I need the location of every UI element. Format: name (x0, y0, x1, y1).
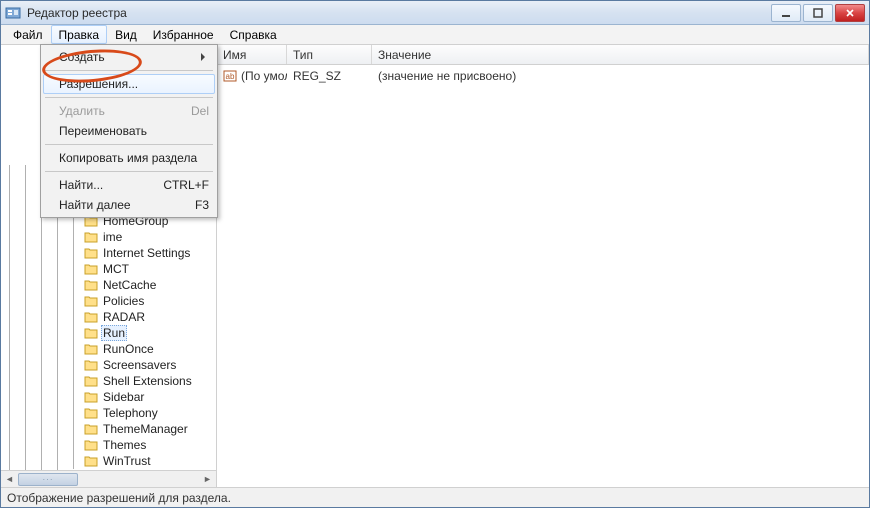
value-type: REG_SZ (287, 67, 372, 85)
svg-text:ab: ab (226, 72, 235, 81)
horizontal-scrollbar[interactable]: ◄ ··· ► (1, 470, 216, 487)
tree-item-label: Run (101, 325, 127, 341)
tree-item-label: ime (101, 230, 124, 244)
folder-icon (84, 310, 98, 324)
dropdown-find[interactable]: Найти... CTRL+F (43, 175, 215, 195)
menu-file[interactable]: Файл (5, 25, 51, 44)
value-name: (По умолчанию) (241, 69, 287, 83)
tree-item[interactable]: RADAR (1, 309, 216, 325)
minimize-button[interactable] (771, 4, 801, 22)
tree-item-label: Internet Settings (101, 246, 192, 260)
list-row[interactable]: ab (По умолчанию) REG_SZ (значение не пр… (217, 65, 869, 87)
scroll-thumb[interactable]: ··· (18, 473, 78, 486)
menu-edit[interactable]: Правка (51, 25, 108, 44)
tree-item[interactable]: WinTrust (1, 453, 216, 469)
folder-icon (84, 246, 98, 260)
folder-icon (84, 294, 98, 308)
dropdown-rename[interactable]: Переименовать (43, 121, 215, 141)
dropdown-delete-shortcut: Del (191, 104, 209, 118)
menu-view[interactable]: Вид (107, 25, 145, 44)
column-name[interactable]: Имя (217, 45, 287, 64)
maximize-button[interactable] (803, 4, 833, 22)
dropdown-permissions-label: Разрешения... (59, 77, 138, 91)
dropdown-copy-keyname[interactable]: Копировать имя раздела (43, 148, 215, 168)
tree-item[interactable]: NetCache (1, 277, 216, 293)
column-type[interactable]: Тип (287, 45, 372, 64)
status-text: Отображение разрешений для раздела. (7, 491, 231, 505)
dropdown-findnext-shortcut: F3 (195, 198, 209, 212)
dropdown-edit-menu: Создать Разрешения... Удалить Del Переим… (40, 44, 218, 218)
dropdown-separator (45, 70, 213, 71)
dropdown-copykey-label: Копировать имя раздела (59, 151, 197, 165)
folder-icon (84, 374, 98, 388)
list-body[interactable]: ab (По умолчанию) REG_SZ (значение не пр… (217, 65, 869, 487)
dropdown-findnext-label: Найти далее (59, 198, 131, 212)
tree-item-label: Themes (101, 438, 148, 452)
dropdown-rename-label: Переименовать (59, 124, 147, 138)
tree-item-label: MCT (101, 262, 131, 276)
regedit-icon (5, 5, 21, 21)
folder-icon (84, 406, 98, 420)
menu-help[interactable]: Справка (222, 25, 285, 44)
folder-icon (84, 438, 98, 452)
tree-item-label: RADAR (101, 310, 147, 324)
dropdown-create-label: Создать (59, 50, 105, 64)
tree-item-label: NetCache (101, 278, 158, 292)
dropdown-find-label: Найти... (59, 178, 103, 192)
folder-icon (84, 278, 98, 292)
tree-item[interactable]: Themes (1, 437, 216, 453)
folder-icon (84, 262, 98, 276)
tree-item-label: WinTrust (101, 454, 153, 468)
dropdown-separator (45, 144, 213, 145)
dropdown-separator (45, 171, 213, 172)
tree-item[interactable]: MCT (1, 261, 216, 277)
tree-item[interactable]: Internet Settings (1, 245, 216, 261)
tree-item-label: Sidebar (101, 390, 146, 404)
dropdown-find-next[interactable]: Найти далее F3 (43, 195, 215, 215)
tree-item-label: Shell Extensions (101, 374, 194, 388)
folder-icon (84, 342, 98, 356)
dropdown-delete[interactable]: Удалить Del (43, 101, 215, 121)
menu-favorites[interactable]: Избранное (145, 25, 222, 44)
scroll-left-button[interactable]: ◄ (1, 472, 18, 487)
tree-item-label: Screensavers (101, 358, 178, 372)
tree-item-label: ThemeManager (101, 422, 190, 436)
folder-icon (84, 454, 98, 468)
column-value[interactable]: Значение (372, 45, 869, 64)
menubar: Файл Правка Вид Избранное Справка (1, 25, 869, 45)
tree-item-label: RunOnce (101, 342, 156, 356)
window-controls (771, 4, 865, 22)
string-value-icon: ab (223, 69, 237, 83)
value-data: (значение не присвоено) (372, 67, 869, 85)
tree-item-label: Policies (101, 294, 146, 308)
tree-item[interactable]: ime (1, 229, 216, 245)
tree-item[interactable]: ThemeManager (1, 421, 216, 437)
tree-item-label: Telephony (101, 406, 160, 420)
list-pane: Имя Тип Значение ab (По умолчанию) REG_S… (217, 45, 869, 487)
tree-item[interactable]: Run (1, 325, 216, 341)
close-button[interactable] (835, 4, 865, 22)
tree-item[interactable]: Sidebar (1, 389, 216, 405)
tree-item[interactable]: Policies (1, 293, 216, 309)
titlebar: Редактор реестра (1, 1, 869, 25)
dropdown-find-shortcut: CTRL+F (163, 178, 209, 192)
dropdown-separator (45, 97, 213, 98)
tree-item[interactable]: Screensavers (1, 357, 216, 373)
submenu-arrow-icon (201, 53, 209, 61)
list-header: Имя Тип Значение (217, 45, 869, 65)
folder-icon (84, 358, 98, 372)
scroll-right-button[interactable]: ► (199, 472, 216, 487)
folder-icon (84, 326, 98, 340)
folder-icon (84, 230, 98, 244)
dropdown-delete-label: Удалить (59, 104, 105, 118)
tree-item[interactable]: Telephony (1, 405, 216, 421)
dropdown-create[interactable]: Создать (43, 47, 215, 67)
tree-item[interactable]: RunOnce (1, 341, 216, 357)
window-title: Редактор реестра (27, 6, 127, 20)
folder-icon (84, 422, 98, 436)
dropdown-permissions[interactable]: Разрешения... (43, 74, 215, 94)
tree-item[interactable]: Shell Extensions (1, 373, 216, 389)
folder-icon (84, 390, 98, 404)
statusbar: Отображение разрешений для раздела. (1, 487, 869, 507)
